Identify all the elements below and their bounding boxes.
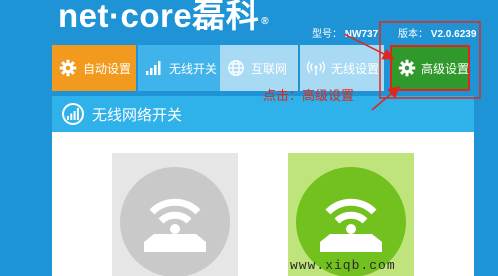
wireless-off-toggle[interactable]	[112, 153, 238, 276]
tab-advanced-settings-label: 高级设置	[421, 61, 470, 76]
signal-bars-icon	[144, 58, 164, 78]
click-annotation: 点击：高级设置	[263, 89, 355, 104]
watermark: www.xiqb.com	[290, 258, 396, 273]
model-value: NW737	[344, 29, 379, 40]
version-value: V2.0.6239	[430, 29, 477, 40]
gear-icon	[58, 58, 78, 78]
tab-auto-setup-label: 自动设置	[83, 61, 132, 76]
model-label: 型号：	[312, 29, 342, 40]
globe-icon	[226, 58, 246, 78]
tab-wireless-switch-label: 无线开关	[169, 61, 218, 76]
tab-internet-label: 互联网	[251, 61, 288, 76]
tab-wireless-settings-label: 无线设置	[331, 61, 380, 76]
section-title: 无线网络开关	[92, 105, 183, 124]
tab-advanced-settings[interactable]: 高级设置	[390, 45, 470, 91]
wifi-antenna-icon	[306, 58, 326, 78]
version-info: 版本： V2.0.6239	[398, 25, 476, 40]
router-wifi-icon	[320, 198, 382, 252]
logo-text: net·core	[58, 0, 193, 34]
wifi-icon	[62, 103, 84, 125]
model-info: 型号： NW737	[312, 25, 378, 40]
wireless-off-circle	[120, 167, 230, 276]
gear-icon	[398, 58, 416, 78]
tab-auto-setup[interactable]: 自动设置	[52, 45, 136, 91]
router-wifi-icon	[144, 198, 206, 252]
logo-cn: 磊科	[192, 0, 260, 34]
registered-mark: ®	[261, 16, 270, 27]
version-label: 版本：	[398, 29, 428, 40]
netcore-logo: net·core磊科 ®	[58, 0, 269, 36]
